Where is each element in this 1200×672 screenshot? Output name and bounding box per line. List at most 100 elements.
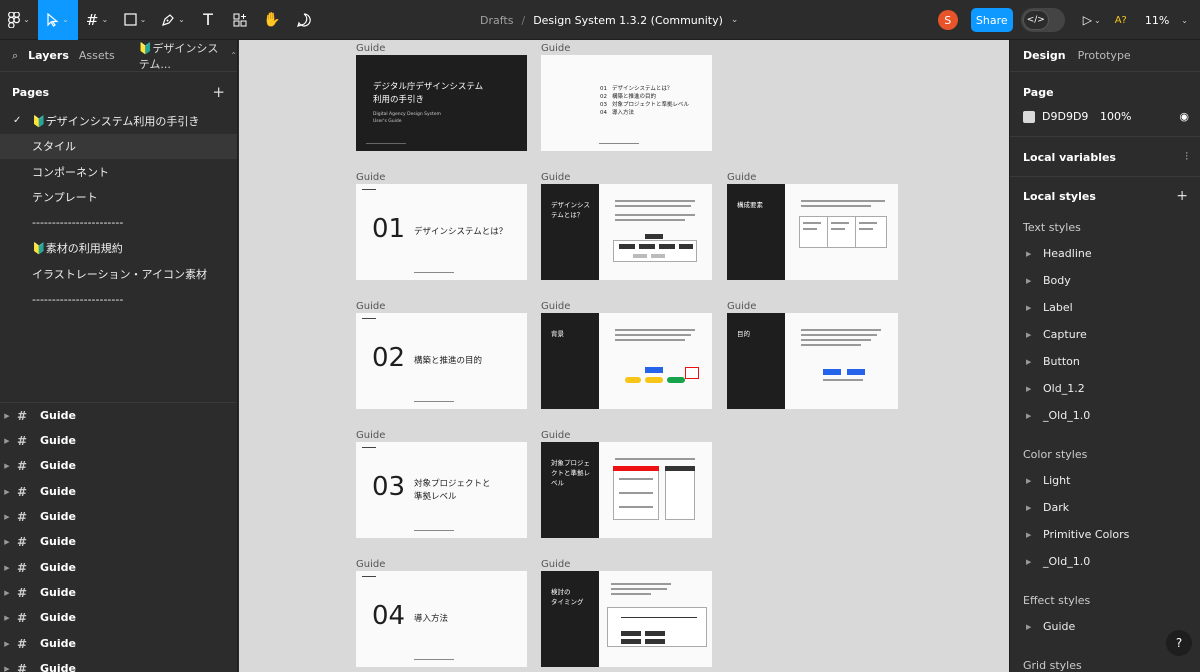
slide-components[interactable]: 構成要素 [727,184,898,280]
avatar[interactable]: S [937,10,958,30]
slide-what-is[interactable]: デザインシス テムとは？ [541,184,712,280]
page-item[interactable]: テンプレート [0,185,237,211]
expand-arrow-icon[interactable]: ▶ [1026,531,1040,539]
frame-tool-button[interactable]: # ⌄ [78,0,116,40]
chevron-down-icon[interactable]: ⌄ [1094,16,1101,25]
zoom-level[interactable]: 11% [1145,14,1169,27]
layer-row[interactable]: ▶ # Guide [0,453,237,478]
expand-arrow-icon[interactable]: ▶ [1,614,13,622]
style-group-item[interactable]: ▶ Body [1010,274,1200,287]
frame-label[interactable]: Guide [727,172,756,183]
share-button[interactable]: Share [970,8,1013,32]
frame-label[interactable]: Guide [356,43,385,54]
comment-tool-button[interactable] [288,0,320,40]
main-menu-button[interactable]: ⌄ [0,0,38,40]
pen-tool-button[interactable]: ⌄ [154,0,192,40]
layer-row[interactable]: ▶ # Guide [0,631,237,656]
chevron-down-icon[interactable]: ⌄ [1181,16,1188,25]
frame-label[interactable]: Guide [356,430,385,441]
frame-label[interactable]: Guide [356,301,385,312]
accessibility-check-button[interactable]: A? [1115,15,1127,26]
page-item[interactable]: ✓ 🔰デザインシステム利用の手引き [0,108,237,134]
page-item[interactable]: コンポーネント [0,159,237,185]
slide-section-03[interactable]: 03 対象プロジェクトと 準拠レベル [356,442,527,538]
expand-arrow-icon[interactable]: ▶ [1026,304,1040,312]
dev-mode-toggle[interactable]: </> [1020,8,1065,32]
expand-arrow-icon[interactable]: ▶ [1026,558,1040,566]
frame-label[interactable]: Guide [541,301,570,312]
style-group-item[interactable]: ▶ Old_1.2 [1010,382,1200,395]
expand-arrow-icon[interactable]: ▶ [1026,358,1040,366]
page-opacity-value[interactable]: 100% [1100,110,1131,123]
hand-tool-button[interactable]: ✋ [256,0,288,40]
resources-button[interactable] [224,0,256,40]
style-group-item[interactable]: ▶ Headline [1010,247,1200,260]
expand-arrow-icon[interactable]: ▶ [1,640,13,648]
expand-arrow-icon[interactable]: ▶ [1026,277,1040,285]
layer-row[interactable]: ▶ # Guide [0,428,237,453]
present-play-icon[interactable]: ▷ [1083,13,1092,27]
page-item[interactable]: スタイル [0,133,237,159]
expand-arrow-icon[interactable]: ▶ [1,564,13,572]
style-group-item[interactable]: ▶ _Old_1.0 [1010,409,1200,422]
slide-background[interactable]: 背景 [541,313,712,409]
frame-label[interactable]: Guide [541,172,570,183]
shape-tool-button[interactable]: ⌄ [116,0,154,40]
page-item[interactable]: 🔰素材の利用規約 [0,236,237,262]
page-item[interactable]: ----------------------- [0,287,237,313]
expand-arrow-icon[interactable]: ▶ [1,412,13,420]
style-group-item[interactable]: ▶ Label [1010,301,1200,314]
help-button[interactable]: ? [1166,630,1192,656]
expand-arrow-icon[interactable]: ▶ [1026,477,1040,485]
style-group-item[interactable]: ▶ _Old_1.0 [1010,555,1200,568]
page-item[interactable]: イラストレーション・アイコン素材 [0,261,237,287]
layer-row[interactable]: ▶ # Guide [0,479,237,504]
expand-arrow-icon[interactable]: ▶ [1026,385,1040,393]
expand-arrow-icon[interactable]: ▶ [1026,331,1040,339]
style-group-item[interactable]: ▶ Button [1010,355,1200,368]
page-color-value[interactable]: D9D9D9 [1042,110,1100,123]
tab-assets[interactable]: Assets [79,49,115,62]
tab-prototype[interactable]: Prototype [1078,49,1131,62]
variables-adjust-icon[interactable]: ⫶ [1185,150,1188,164]
expand-arrow-icon[interactable]: ▶ [1,488,13,496]
slide-section-04[interactable]: 04 導入方法 [356,571,527,667]
layer-row[interactable]: ▶ # Guide [0,656,237,672]
expand-arrow-icon[interactable]: ▶ [1,665,13,672]
style-group-item[interactable]: ▶ Primitive Colors [1010,528,1200,541]
local-variables-row[interactable]: Local variables ⫶ [1010,150,1200,164]
slide-cover[interactable]: デジタル庁デザインシステム 利用の手引き Digital Agency Desig… [356,55,527,151]
page-dropdown[interactable]: 🔰デザインシステム... [139,40,221,72]
expand-arrow-icon[interactable]: ▶ [1,513,13,521]
expand-arrow-icon[interactable]: ▶ [1,462,13,470]
layer-row[interactable]: ▶ # Guide [0,403,237,428]
expand-arrow-icon[interactable]: ▶ [1026,250,1040,258]
style-group-item[interactable]: ▶ Dark [1010,501,1200,514]
slide-toc[interactable]: 01 デザインシステムとは？ 02 構築と推進の目的 03 対象プロジェクトと準拠レベ… [541,55,712,151]
file-name[interactable]: Design System 1.3.2 (Community) [533,14,723,27]
style-group-item[interactable]: ▶ Light [1010,474,1200,487]
text-tool-button[interactable]: T [192,0,224,40]
expand-arrow-icon[interactable]: ▶ [1026,504,1040,512]
tab-design[interactable]: Design [1023,49,1066,62]
page-item[interactable]: ----------------------- [0,210,237,236]
layer-row[interactable]: ▶ # Guide [0,605,237,630]
expand-arrow-icon[interactable]: ▶ [1026,412,1040,420]
frame-label[interactable]: Guide [356,172,385,183]
move-tool-button[interactable]: ⌄ [38,0,78,40]
layer-row[interactable]: ▶ # Guide [0,529,237,554]
add-page-plus-icon[interactable]: + [212,83,225,101]
slide-purpose[interactable]: 目的 [727,313,898,409]
frame-label[interactable]: Guide [541,43,570,54]
slide-target-projects[interactable]: 対象プロジェ クトと準拠レ ベル [541,442,712,538]
frame-label[interactable]: Guide [356,559,385,570]
add-style-plus-icon[interactable]: + [1176,188,1188,204]
slide-section-02[interactable]: 02 構築と推進の目的 [356,313,527,409]
chevron-down-icon[interactable]: ⌄ [731,15,739,25]
frame-label[interactable]: Guide [541,430,570,441]
expand-arrow-icon[interactable]: ▶ [1026,623,1040,631]
frame-label[interactable]: Guide [541,559,570,570]
frame-label[interactable]: Guide [727,301,756,312]
tab-layers[interactable]: Layers [28,49,69,62]
layer-row[interactable]: ▶ # Guide [0,504,237,529]
